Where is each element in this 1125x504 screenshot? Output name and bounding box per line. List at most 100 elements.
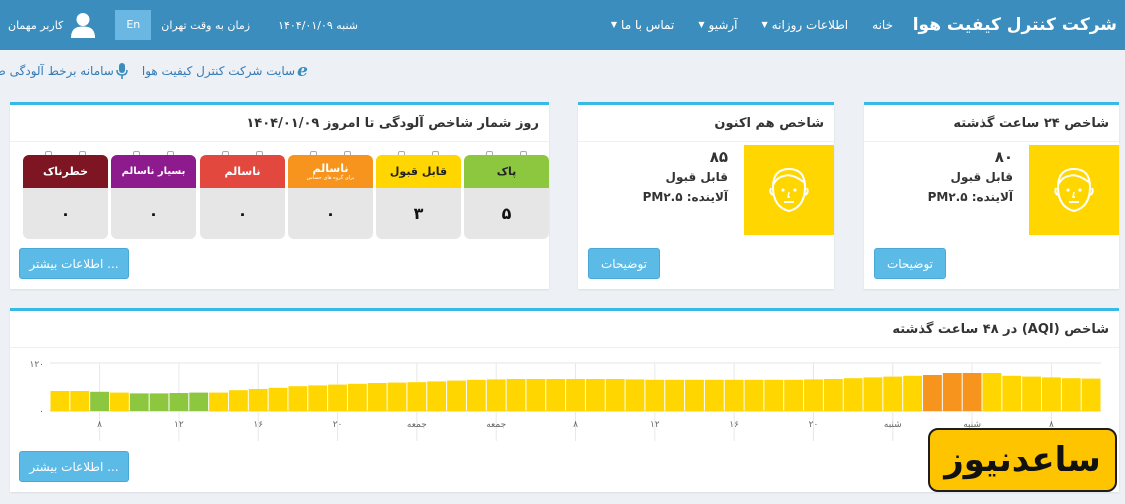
chart-bar — [109, 392, 129, 411]
calendar-card-value: ۳ — [413, 204, 424, 223]
microphone-icon — [116, 63, 128, 79]
chart-xtick-label: جمعه — [486, 420, 506, 430]
face-icon — [769, 167, 809, 213]
chart-bar — [486, 379, 506, 411]
calendar-card-label: قابل قبول — [389, 165, 448, 178]
menu-daily-info-label: اطلاعات روزانه — [771, 18, 849, 32]
aqi-now-description-button[interactable]: توضیحات — [588, 248, 660, 279]
aqi-24h-title: شاخص ۲۴ ساعت گذشته — [864, 105, 1119, 142]
calendar-card-head: خطرناک — [23, 155, 108, 188]
chart-bar — [903, 375, 923, 411]
chart-xtick-label: ۱۲ — [174, 420, 184, 430]
menu-archive[interactable]: آرشیو ▼ — [686, 0, 749, 50]
chart-bar — [982, 373, 1002, 411]
chart-xtick-label: ۸ — [573, 420, 578, 430]
chart-bar — [883, 376, 903, 411]
chart-bar — [625, 379, 645, 411]
chart-bar — [962, 373, 982, 411]
chart-bar — [1061, 378, 1081, 411]
chart-bar — [665, 379, 685, 411]
chart-bar — [942, 373, 962, 411]
chart-bar — [248, 389, 268, 411]
company-site-link-label: سایت شرکت کنترل کیفیت هوا — [141, 64, 296, 78]
calendar-more-info-button[interactable]: اطلاعات بیشتر ... — [19, 248, 129, 279]
navbar-left: کاربر مهمان En زمان به وقت تهران شنبه ۱۴… — [0, 0, 358, 50]
chart-bar — [506, 379, 526, 411]
aqi-now-title: شاخص هم اکنون — [578, 105, 834, 142]
calendar-card-sublabel: برای گروه های حساس — [306, 175, 355, 181]
calendar-card-label: خطرناک — [42, 165, 88, 178]
chart-bar — [526, 379, 546, 411]
menu-contact[interactable]: تماس با ما ▼ — [599, 0, 686, 50]
chart-bar — [585, 379, 605, 411]
chart-bar — [823, 379, 843, 411]
calendar-card-label: ناسالم — [224, 165, 261, 178]
aqi-24h-status: قابل قبول — [950, 170, 1013, 184]
timezone-label: زمان به وقت تهران — [161, 18, 251, 32]
aqi-24h-text: ۸۰ قابل قبول آلاینده: PM۲.۵ — [928, 147, 1013, 207]
chart-bar — [764, 379, 784, 411]
chevron-down-icon: ▼ — [610, 20, 618, 29]
chart-bar — [347, 383, 367, 411]
chart-xtick-label: ۱۲ — [650, 420, 660, 430]
face-icon — [1054, 167, 1094, 213]
chart-bar — [308, 385, 328, 411]
chart-bar — [466, 379, 486, 411]
chart-bar — [149, 393, 169, 411]
chart-bar — [546, 379, 566, 411]
chart-bar — [189, 392, 209, 411]
top-navbar: شرکت کنترل کیفیت هوا خانه اطلاعات روزانه… — [0, 0, 1125, 50]
chart-bar — [407, 382, 427, 411]
pollution-day-counter-panel: روز شمار شاخص آلودگی تا امروز ۱۴۰۴/۰۱/۰۹… — [10, 102, 549, 289]
calendar-card-value: ۵ — [501, 204, 512, 223]
aqi-now-face-box — [744, 145, 834, 235]
internet-explorer-icon: e — [297, 61, 308, 81]
chart-bar — [744, 379, 764, 411]
menu-home[interactable]: خانه — [860, 0, 905, 50]
chart-ytick-label: ۱۲۰ — [29, 360, 44, 370]
chart-bar — [50, 391, 70, 411]
chart-bar — [129, 393, 149, 411]
aqi-24h-panel: شاخص ۲۴ ساعت گذشته ۸۰ قابل قبول آلاینده:… — [864, 102, 1119, 289]
guest-user[interactable]: کاربر مهمان — [0, 12, 101, 38]
language-button[interactable]: En — [115, 10, 152, 40]
aqi-now-value: ۸۵ — [709, 148, 728, 166]
day-counter-title: روز شمار شاخص آلودگی تا امروز ۱۴۰۴/۰۱/۰۹ — [10, 105, 549, 142]
chart-bar — [704, 379, 724, 411]
chart-more-info-button[interactable]: اطلاعات بیشتر ... — [19, 451, 129, 482]
calendar-card-clean: پاک ۵ — [464, 151, 549, 239]
company-site-link[interactable]: سایت شرکت کنترل کیفیت هوا e — [142, 61, 308, 81]
chart-xtick-label: شنبه — [884, 420, 902, 430]
chart-ytick-label: ۰ — [39, 407, 44, 417]
chart-bar — [328, 384, 347, 411]
aqi-now-status: قابل قبول — [665, 170, 728, 184]
chart-bar — [1042, 377, 1061, 411]
current-date: شنبه ۱۴۰۴/۰۱/۰۹ — [278, 18, 359, 32]
calendar-card-hazardous: خطرناک ۰ — [23, 151, 108, 239]
chart-xtick-label: ۱۶ — [253, 420, 263, 430]
noise-system-link[interactable]: سامانه برخط آلودگی صدا — [0, 63, 128, 79]
calendar-card-value: ۰ — [237, 204, 248, 223]
user-avatar-icon — [71, 13, 96, 38]
menu-daily-info[interactable]: اطلاعات روزانه ▼ — [750, 0, 861, 50]
calendar-card-head: ناسالم — [200, 155, 285, 188]
chart-bar — [427, 381, 447, 411]
guest-user-label: کاربر مهمان — [8, 18, 64, 32]
calendar-card-value: ۰ — [60, 204, 71, 223]
calendar-card-unhealthy-sensitive: ناسالم برای گروه های حساس ۰ — [288, 151, 373, 239]
chart-bar — [70, 391, 90, 411]
menu-contact-label: تماس با ما — [621, 18, 675, 32]
chart-bar — [685, 379, 704, 411]
quick-links: سامانه برخط آلودگی صدا سایت شرکت کنترل ک… — [0, 58, 322, 84]
chart-bar — [843, 378, 863, 411]
calendar-card-head: قابل قبول — [376, 155, 461, 188]
chart-bar — [367, 383, 387, 411]
brand-title[interactable]: شرکت کنترل کیفیت هوا — [913, 0, 1117, 50]
aqi-now-pollutant: آلاینده: PM۲.۵ — [642, 190, 728, 204]
chart-xtick-label: ۱۶ — [729, 420, 739, 430]
chart-xtick-label: ۲۰ — [333, 420, 343, 430]
chevron-down-icon: ▼ — [698, 20, 705, 29]
chart-bar — [566, 379, 585, 411]
chart-bar — [447, 380, 466, 411]
aqi-24h-description-button[interactable]: توضیحات — [874, 248, 946, 279]
